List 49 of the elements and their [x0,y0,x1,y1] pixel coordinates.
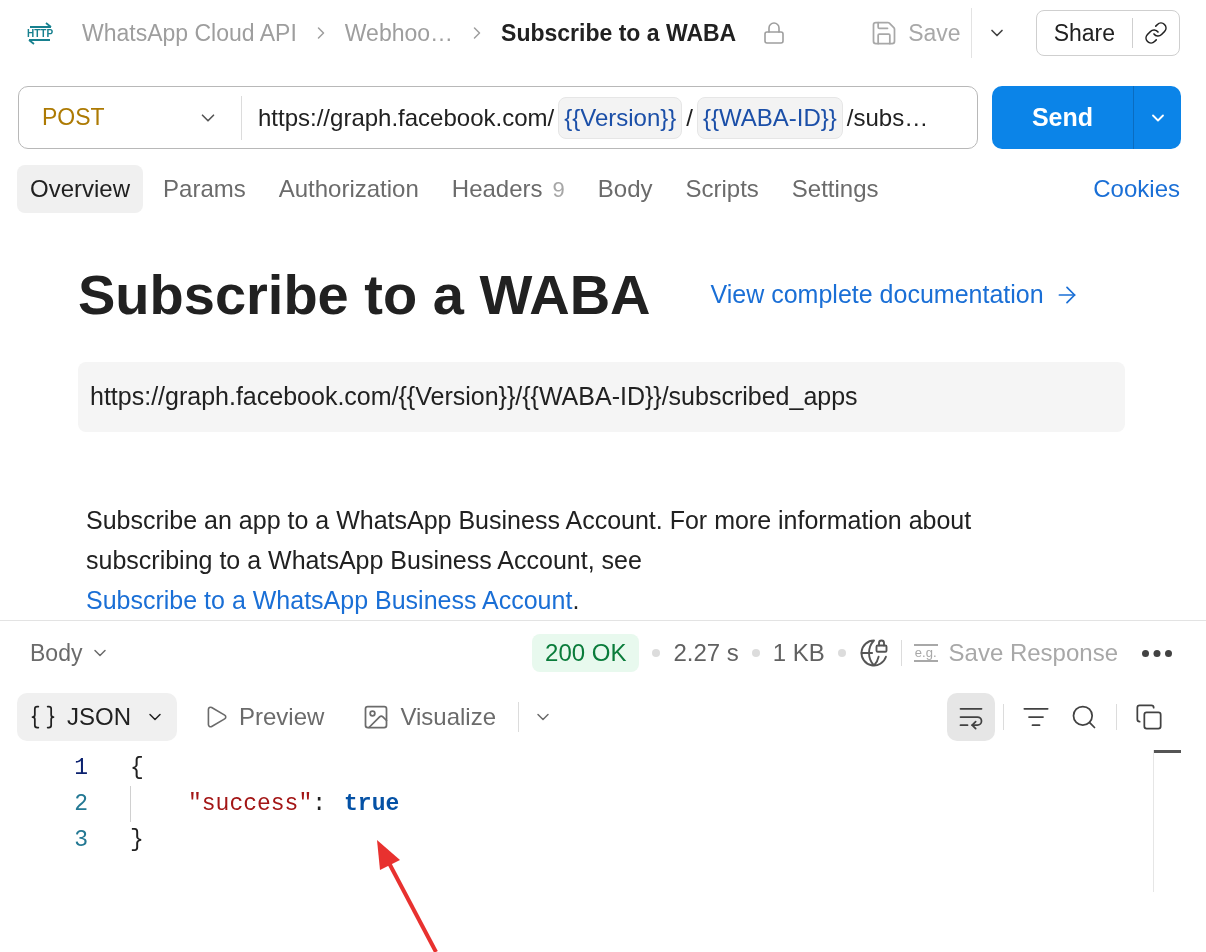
ellipsis-icon [1142,649,1172,657]
body-dropdown[interactable]: Body [30,635,111,671]
line-number: 2 [74,790,88,819]
line-number: 3 [74,826,88,855]
cookies-link[interactable]: Cookies [1093,171,1180,207]
endpoint-url: https://graph.facebook.com/{{Version}}/{{WABA-ID}}/subscribed_apps [78,362,1125,432]
tab[interactable]: Body [584,165,666,213]
tab[interactable]: Headers 9 [438,165,578,213]
braces-icon [29,703,57,731]
request-title: Subscribe to a WABA [501,18,737,48]
breadcrumb-link[interactable]: Webhoo… [344,15,454,51]
status-badge: 200 OK [532,634,640,672]
line-number: 1 [74,754,88,783]
tab[interactable]: Params [150,165,259,213]
description-link[interactable]: Subscribe to a WhatsApp Business Account [86,586,573,614]
globe-lock-icon[interactable] [858,638,889,668]
url-text[interactable]: https://graph.facebook.com/ [258,99,555,136]
tab[interactable]: Authorization [265,165,432,213]
code-brace: } [130,826,144,855]
link-icon [1144,21,1168,45]
code-colon: : [312,790,327,819]
url-text[interactable]: / [686,99,693,136]
url-variable[interactable]: {{Version}} [558,96,683,139]
tab[interactable]: Overview [17,165,144,213]
code-brace: { [130,754,144,783]
send-options-button[interactable] [1133,86,1181,149]
breadcrumb-link[interactable]: WhatsApp Cloud API [82,15,297,51]
json-value: true [344,790,400,819]
documentation-link[interactable]: View complete documentation [710,276,1080,314]
view-tab[interactable]: Visualize [350,693,508,741]
response-time: 2.27 s [673,638,739,668]
tab[interactable]: Settings [778,165,892,213]
page-heading: Subscribe to a WABA [78,262,651,328]
url-variable[interactable]: {{WABA-ID}} [696,96,843,139]
tab[interactable]: Scripts [672,165,772,213]
response-size: 1 KB [772,638,825,668]
send-button[interactable]: Send [992,86,1133,149]
method-dropdown[interactable]: POST [19,87,241,148]
view-tab[interactable]: Preview [191,693,337,741]
description-text: Subscribe an app to a WhatsApp Business Account. For more information about subscribing to a WhatsApp Business Account, see Subscribe to a WhatsApp Business Account. [86,505,973,616]
url-text[interactable]: /subs… [846,99,929,136]
wrap-lines-button[interactable] [947,693,995,741]
format-dropdown[interactable]: JSON [17,693,177,741]
json-key: "success" [188,786,313,822]
copy-icon [1135,703,1163,731]
search-icon [1070,703,1098,731]
share-button[interactable]: Share [1036,11,1132,55]
scrollbar-thumb[interactable] [1154,750,1181,753]
lock-icon[interactable] [762,21,787,45]
